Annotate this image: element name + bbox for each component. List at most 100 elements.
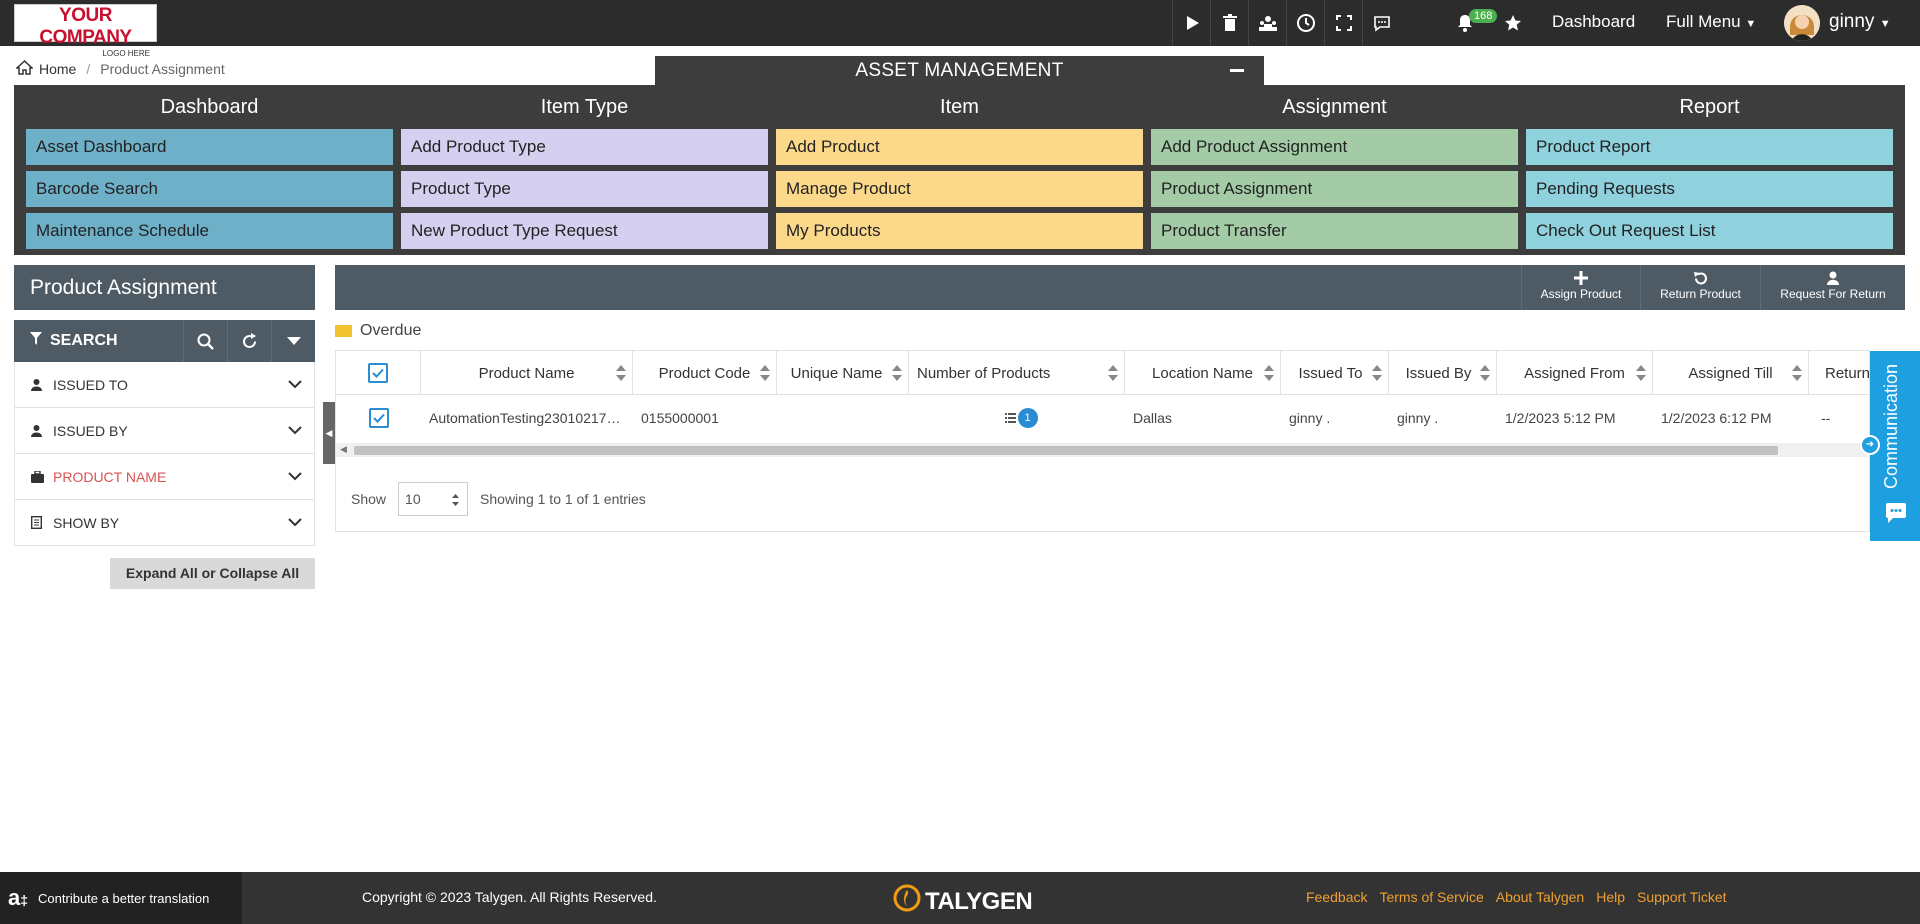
- show-label: Show: [351, 491, 387, 507]
- filter-show-by[interactable]: SHOW BY: [14, 500, 315, 546]
- column-assigned-till[interactable]: Assigned Till: [1653, 351, 1809, 395]
- cell-unique-name: [777, 396, 909, 440]
- footer-link-feedback[interactable]: Feedback: [1306, 889, 1367, 905]
- bell-icon[interactable]: [1446, 0, 1484, 46]
- refresh-icon[interactable]: [227, 320, 271, 362]
- trash-icon[interactable]: [1210, 0, 1248, 46]
- expand-collapse-button[interactable]: Expand All or Collapse All: [110, 558, 315, 589]
- column-product-name[interactable]: Product Name: [421, 351, 633, 395]
- menu-item-add-product-type[interactable]: Add Product Type: [401, 129, 768, 165]
- product-count-badge[interactable]: 1: [1017, 408, 1038, 428]
- cell-product-name[interactable]: AutomationTesting23010217…: [421, 396, 633, 440]
- scroll-left-arrow[interactable]: ◀: [340, 444, 347, 455]
- column-assigned-from[interactable]: Assigned From: [1497, 351, 1653, 395]
- column-label: Location Name: [1152, 364, 1253, 382]
- column-number-of-products[interactable]: Number of Products: [909, 351, 1125, 395]
- filter-product-name[interactable]: PRODUCT NAME: [14, 454, 315, 500]
- caret-down-icon: ▼: [1879, 18, 1891, 30]
- request-for-return-button[interactable]: Request For Return: [1760, 265, 1905, 310]
- column-label: Number of Products: [917, 364, 1051, 382]
- top-navbar: YOUR COMPANY LOGO HERE 168 Dashboard Ful…: [0, 0, 1920, 58]
- star-icon[interactable]: [1495, 0, 1531, 46]
- search-toggle[interactable]: SEARCH: [14, 320, 183, 362]
- column-label: Product Code: [658, 364, 751, 382]
- clock-icon[interactable]: [1286, 0, 1324, 46]
- chevron-down-icon: [288, 514, 302, 530]
- menu-item-add-product[interactable]: Add Product: [776, 129, 1143, 165]
- menu-item-check-out-request-list[interactable]: Check Out Request List: [1526, 213, 1893, 249]
- menu-item-pending-requests[interactable]: Pending Requests: [1526, 171, 1893, 207]
- chat-bubble-icon: [1884, 501, 1908, 530]
- column-unique-name[interactable]: Unique Name: [777, 351, 909, 395]
- menu-item-add-product-assignment[interactable]: Add Product Assignment: [1151, 129, 1518, 165]
- company-logo[interactable]: YOUR COMPANY LOGO HERE: [14, 4, 157, 58]
- select-all-cell: [336, 351, 421, 395]
- page-size-value: 10: [405, 491, 421, 507]
- footer-link-about[interactable]: About Talygen: [1496, 889, 1584, 905]
- communication-tab[interactable]: ➜ Communication: [1860, 351, 1920, 541]
- chevron-down-icon: [288, 468, 302, 484]
- cell-number-of-products[interactable]: 1: [909, 396, 1125, 440]
- menu-item-manage-product[interactable]: Manage Product: [776, 171, 1143, 207]
- search-panel-header: SEARCH: [14, 320, 315, 362]
- menu-item-product-transfer[interactable]: Product Transfer: [1151, 213, 1518, 249]
- user-name: ginny: [1829, 11, 1875, 32]
- breadcrumb-current: Product Assignment: [100, 61, 225, 77]
- column-issued-by[interactable]: Issued By: [1389, 351, 1497, 395]
- column-return[interactable]: Return: [1809, 351, 1870, 395]
- menu-item-product-report[interactable]: Product Report: [1526, 129, 1893, 165]
- menu-item-new-product-type-request[interactable]: New Product Type Request: [401, 213, 768, 249]
- menu-item-barcode-search[interactable]: Barcode Search: [26, 171, 393, 207]
- sort-icon: [760, 365, 770, 385]
- search-icon[interactable]: [183, 320, 227, 362]
- sort-icon: [1108, 365, 1118, 385]
- return-product-button[interactable]: Return Product: [1640, 265, 1760, 310]
- footer-link-support[interactable]: Support Ticket: [1637, 889, 1727, 905]
- column-issued-to[interactable]: Issued To: [1281, 351, 1389, 395]
- team-icon[interactable]: [1248, 0, 1286, 46]
- translate-button[interactable]: a‡ Contribute a better translation: [0, 872, 242, 924]
- menu-item-product-type[interactable]: Product Type: [401, 171, 768, 207]
- footer-link-terms[interactable]: Terms of Service: [1379, 889, 1483, 905]
- select-all-checkbox[interactable]: [368, 363, 388, 383]
- chat-icon[interactable]: [1362, 0, 1400, 46]
- fullscreen-icon[interactable]: [1324, 0, 1362, 46]
- horizontal-scrollbar[interactable]: ◀: [336, 443, 1870, 457]
- row-checkbox[interactable]: [368, 408, 389, 428]
- column-label: Assigned From: [1524, 364, 1625, 382]
- document-icon: [31, 516, 45, 529]
- filter-label: PRODUCT NAME: [53, 468, 167, 485]
- menu-item-asset-dashboard[interactable]: Asset Dashboard: [26, 129, 393, 165]
- menu-item-my-products[interactable]: My Products: [776, 213, 1143, 249]
- column-product-code[interactable]: Product Code: [633, 351, 777, 395]
- home-icon[interactable]: [15, 59, 34, 78]
- talygen-brand-text: TALYGEN: [925, 887, 1033, 915]
- filter-label: ISSUED TO: [53, 376, 128, 393]
- table-row[interactable]: AutomationTesting23010217… 0155000001 1 …: [336, 396, 1870, 440]
- collapse-sidebar-handle[interactable]: ◀: [323, 402, 335, 464]
- breadcrumb-home[interactable]: Home: [39, 61, 76, 77]
- asset-management-title: ASSET MANAGEMENT: [655, 56, 1264, 86]
- column-location-name[interactable]: Location Name: [1125, 351, 1281, 395]
- translate-label: Contribute a better translation: [38, 890, 210, 906]
- dashboard-link[interactable]: Dashboard: [1552, 12, 1635, 32]
- collapse-icon[interactable]: [1230, 69, 1244, 72]
- sort-icon: [1264, 365, 1274, 385]
- chevron-down-icon: [288, 422, 302, 438]
- briefcase-icon: [31, 470, 45, 483]
- scrollbar-thumb[interactable]: [354, 446, 1778, 455]
- page-size-select[interactable]: 10: [398, 482, 469, 516]
- user-menu[interactable]: ginny ▼: [1829, 11, 1891, 33]
- full-menu-dropdown[interactable]: Full Menu ▼: [1666, 12, 1756, 32]
- assign-product-button[interactable]: Assign Product: [1521, 265, 1640, 310]
- footer-link-help[interactable]: Help: [1596, 889, 1625, 905]
- caret-down-icon[interactable]: [271, 320, 315, 362]
- filter-issued-by[interactable]: ISSUED BY: [14, 408, 315, 454]
- menu-item-product-assignment[interactable]: Product Assignment: [1151, 171, 1518, 207]
- filter-issued-to[interactable]: ISSUED TO: [14, 362, 315, 408]
- avatar[interactable]: [1784, 5, 1820, 41]
- menu-item-maintenance-schedule[interactable]: Maintenance Schedule: [26, 213, 393, 249]
- play-icon[interactable]: [1172, 0, 1210, 46]
- cell-location: Dallas: [1133, 410, 1172, 426]
- menu-column-assignment: Assignment Add Product Assignment Produc…: [1151, 85, 1518, 249]
